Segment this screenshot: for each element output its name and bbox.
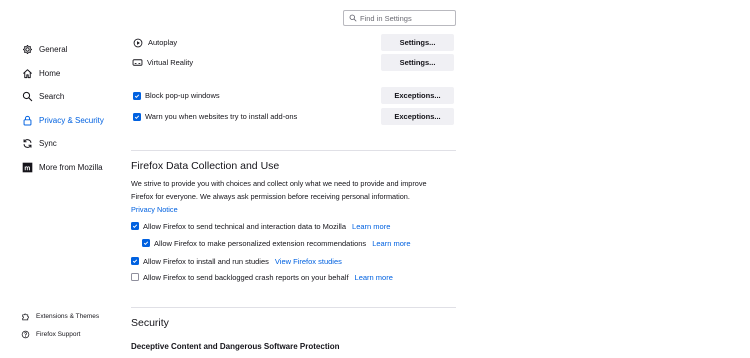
firefox-support-link[interactable]: Firefox Support bbox=[21, 326, 99, 344]
sidebar-item-label: More from Mozilla bbox=[39, 162, 103, 172]
sidebar-item-label: Search bbox=[39, 92, 65, 102]
autoplay-settings-button[interactable]: Settings... bbox=[381, 34, 454, 51]
sidebar-footer: Extensions & Themes Firefox Support bbox=[21, 308, 99, 343]
view-studies-link[interactable]: View Firefox studies bbox=[275, 257, 342, 266]
play-icon bbox=[133, 38, 143, 47]
puzzle-icon bbox=[22, 313, 29, 321]
block-popups-label: Block pop-up windows bbox=[145, 91, 220, 100]
autoplay-row: Autoplay Settings... bbox=[131, 34, 456, 51]
checkmark-icon bbox=[134, 93, 140, 98]
settings-search-box[interactable] bbox=[343, 10, 456, 26]
sync-icon bbox=[21, 138, 33, 150]
crash-reports-checkbox[interactable] bbox=[131, 273, 139, 281]
sidebar-item-general[interactable]: General bbox=[21, 38, 121, 62]
help-icon bbox=[21, 330, 30, 338]
extension-recommendations-checkbox[interactable] bbox=[142, 239, 150, 247]
popups-exceptions-button[interactable]: Exceptions... bbox=[381, 87, 454, 104]
sidebar-nav: General Home Search Privacy & Security S… bbox=[21, 38, 121, 179]
data-collection-description-text: We strive to provide you with choices an… bbox=[131, 179, 427, 201]
home-icon bbox=[21, 67, 33, 79]
crash-reports-learn-more-link[interactable]: Learn more bbox=[355, 273, 393, 282]
technical-data-learn-more-link[interactable]: Learn more bbox=[352, 222, 390, 231]
virtual-reality-settings-button[interactable]: Settings... bbox=[381, 54, 454, 71]
security-title: Security bbox=[131, 317, 169, 329]
technical-data-row: Allow Firefox to send technical and inte… bbox=[131, 220, 456, 232]
deceptive-content-heading: Deceptive Content and Dangerous Software… bbox=[131, 342, 340, 351]
checkmark-icon bbox=[143, 241, 149, 246]
technical-data-checkbox[interactable] bbox=[131, 222, 139, 230]
sidebar-item-label: Home bbox=[39, 68, 61, 78]
sidebar-item-home[interactable]: Home bbox=[21, 62, 121, 86]
studies-label: Allow Firefox to install and run studies bbox=[143, 256, 269, 266]
crash-reports-label: Allow Firefox to send backlogged crash r… bbox=[143, 272, 349, 282]
virtual-reality-row: Virtual Reality Settings... bbox=[131, 54, 456, 71]
firefox-support-label: Firefox Support bbox=[36, 330, 81, 338]
addons-exceptions-button[interactable]: Exceptions... bbox=[381, 108, 454, 125]
search-icon bbox=[349, 14, 357, 22]
sidebar-item-search[interactable]: Search bbox=[21, 85, 121, 109]
warn-addons-checkbox[interactable] bbox=[133, 112, 141, 121]
checkmark-icon bbox=[132, 259, 138, 264]
block-popups-checkbox[interactable] bbox=[133, 91, 141, 100]
extensions-themes-label: Extensions & Themes bbox=[36, 313, 100, 321]
checkmark-icon bbox=[134, 114, 140, 119]
data-collection-description: We strive to provide you with choices an… bbox=[131, 177, 446, 216]
virtual-reality-label: Virtual Reality bbox=[147, 58, 194, 67]
search-icon bbox=[21, 91, 33, 103]
block-popups-row: Block pop-up windows Exceptions... bbox=[131, 87, 456, 104]
sidebar-item-label: Privacy & Security bbox=[39, 115, 104, 125]
crash-reports-row: Allow Firefox to send backlogged crash r… bbox=[131, 271, 456, 283]
privacy-notice-link[interactable]: Privacy Notice bbox=[131, 205, 178, 214]
sidebar-item-sync[interactable]: Sync bbox=[21, 132, 121, 156]
extension-recommendations-label: Allow Firefox to make personalized exten… bbox=[154, 238, 367, 248]
sidebar-item-label: General bbox=[39, 45, 68, 55]
section-divider bbox=[131, 307, 456, 308]
extension-recommendations-row: Allow Firefox to make personalized exten… bbox=[142, 237, 467, 249]
warn-addons-row: Warn you when websites try to install ad… bbox=[131, 108, 456, 125]
checkmark-icon bbox=[132, 224, 138, 229]
extension-recommendations-learn-more-link[interactable]: Learn more bbox=[372, 239, 410, 248]
search-input[interactable] bbox=[360, 13, 455, 23]
lock-icon bbox=[21, 114, 33, 126]
sidebar-item-label: Sync bbox=[39, 139, 57, 149]
sidebar-item-more-from-mozilla[interactable]: More from Mozilla bbox=[21, 156, 121, 180]
section-divider bbox=[131, 150, 456, 151]
studies-checkbox[interactable] bbox=[131, 257, 139, 265]
warn-addons-label: Warn you when websites try to install ad… bbox=[145, 112, 298, 121]
extensions-themes-link[interactable]: Extensions & Themes bbox=[21, 308, 99, 326]
vr-headset-icon bbox=[132, 59, 143, 66]
data-collection-title: Firefox Data Collection and Use bbox=[131, 160, 280, 172]
autoplay-label: Autoplay bbox=[148, 38, 178, 47]
gear-icon bbox=[21, 44, 33, 56]
studies-row: Allow Firefox to install and run studies… bbox=[131, 255, 456, 267]
sidebar-item-privacy-security[interactable]: Privacy & Security bbox=[21, 109, 121, 133]
mozilla-icon bbox=[21, 161, 33, 173]
technical-data-label: Allow Firefox to send technical and inte… bbox=[143, 221, 347, 231]
